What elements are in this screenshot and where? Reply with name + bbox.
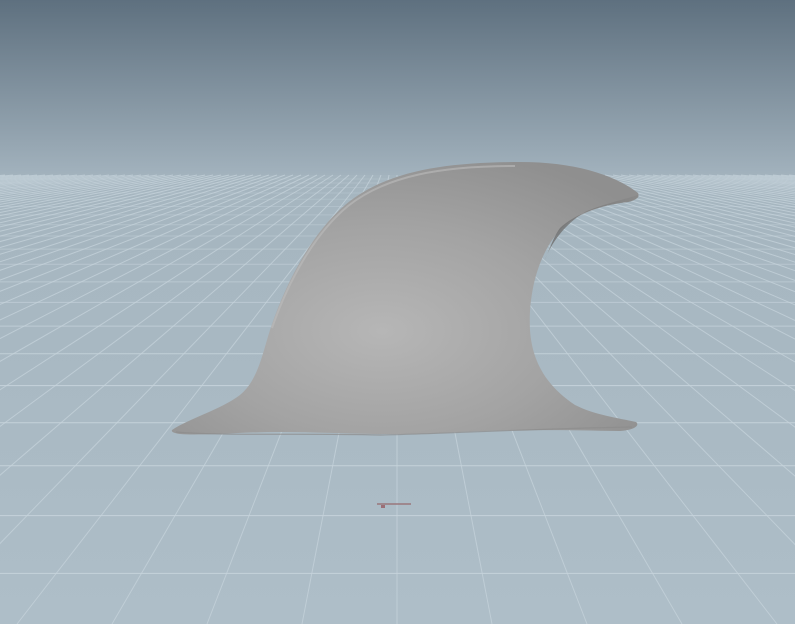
3d-viewport[interactable]: [0, 0, 795, 624]
viewport-background: [0, 0, 795, 175]
viewport-canvas[interactable]: [0, 0, 795, 624]
